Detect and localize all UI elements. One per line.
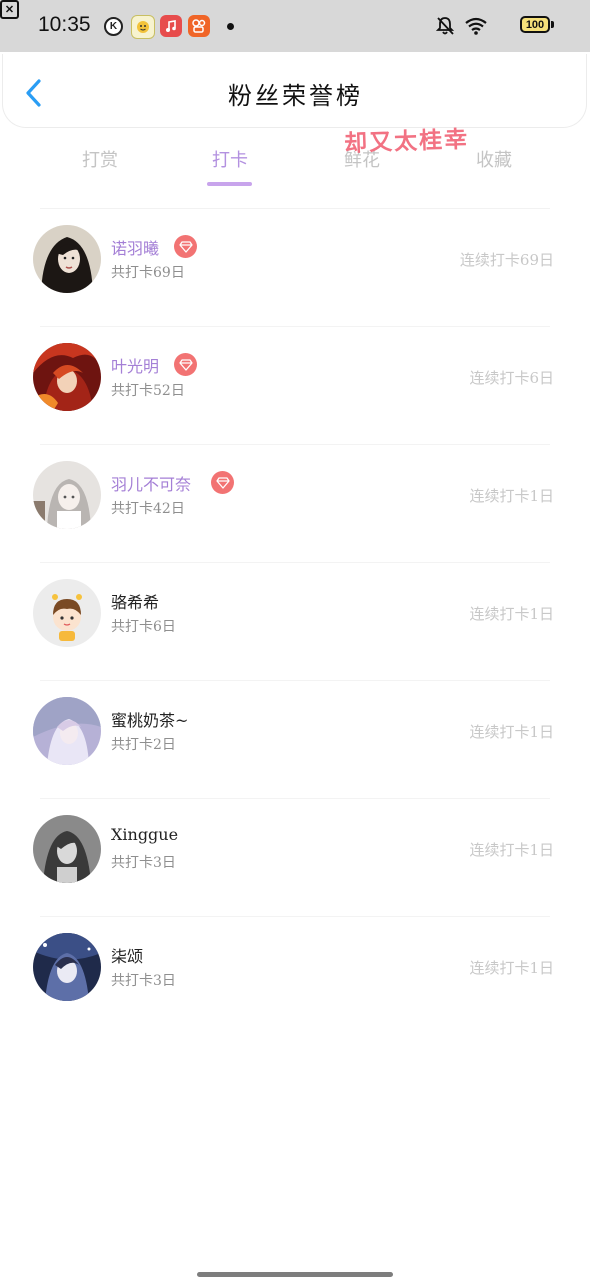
streak-days: 连续打卡1日 bbox=[469, 487, 554, 505]
watermark: 却又太桂幸 bbox=[343, 125, 470, 158]
avatar[interactable] bbox=[33, 697, 101, 765]
kuaishou-app-icon bbox=[188, 15, 210, 37]
tab-checkin[interactable]: 打卡 bbox=[190, 146, 270, 172]
status-bar: 10:35 K ✕ 100 bbox=[0, 0, 590, 52]
user-name[interactable]: 柒颂 bbox=[111, 943, 143, 967]
streak-days: 连续打卡1日 bbox=[469, 723, 554, 741]
streak-days: 连续打卡1日 bbox=[469, 959, 554, 977]
wifi-icon bbox=[465, 17, 487, 35]
home-indicator[interactable] bbox=[197, 1272, 393, 1277]
streak-days: 连续打卡6日 bbox=[469, 369, 554, 387]
dot-icon bbox=[227, 23, 234, 30]
diamond-badge-icon bbox=[174, 353, 197, 376]
k-app-icon: K bbox=[104, 17, 123, 36]
battery-icon: 100 bbox=[520, 16, 550, 33]
user-name[interactable]: 羽儿不可奈 bbox=[111, 471, 191, 495]
tab-reward[interactable]: 打赏 bbox=[60, 146, 140, 172]
fan-list: 诺羽曦 共打卡69日 连续打卡69日 叶光明 共打卡52日 连续打卡6日 羽儿不… bbox=[0, 209, 590, 1035]
avatar[interactable] bbox=[33, 225, 101, 293]
total-checkin-days: 共打卡6日 bbox=[111, 619, 176, 635]
avatar[interactable] bbox=[33, 815, 101, 883]
user-name[interactable]: 蜜桃奶茶~ bbox=[111, 707, 188, 731]
total-checkin-days: 共打卡69日 bbox=[111, 265, 185, 281]
list-item[interactable]: 蜜桃奶茶~ 共打卡2日 连续打卡1日 bbox=[0, 681, 590, 799]
bell-off-icon bbox=[436, 17, 454, 35]
avatar[interactable] bbox=[33, 461, 101, 529]
list-item[interactable]: 骆希希 共打卡6日 连续打卡1日 bbox=[0, 563, 590, 681]
list-item[interactable]: 诺羽曦 共打卡69日 连续打卡69日 bbox=[0, 209, 590, 327]
header: 粉丝荣誉榜 bbox=[2, 54, 587, 128]
music-app-icon bbox=[160, 15, 182, 37]
avatar[interactable] bbox=[33, 343, 101, 411]
diamond-badge-icon bbox=[211, 471, 234, 494]
total-checkin-days: 共打卡2日 bbox=[111, 737, 176, 753]
list-item[interactable]: 柒颂 共打卡3日 连续打卡1日 bbox=[0, 917, 590, 1035]
diamond-badge-icon bbox=[174, 235, 197, 258]
list-item[interactable]: 叶光明 共打卡52日 连续打卡6日 bbox=[0, 327, 590, 445]
battery-tip bbox=[551, 21, 554, 28]
streak-days: 连续打卡69日 bbox=[459, 251, 554, 269]
streak-days: 连续打卡1日 bbox=[469, 841, 554, 859]
list-item[interactable]: 羽儿不可奈 共打卡42日 连续打卡1日 bbox=[0, 445, 590, 563]
avatar[interactable] bbox=[33, 933, 101, 1001]
x-box-icon: ✕ bbox=[0, 0, 19, 19]
total-checkin-days: 共打卡42日 bbox=[111, 501, 185, 517]
streak-days: 连续打卡1日 bbox=[469, 605, 554, 623]
total-checkin-days: 共打卡52日 bbox=[111, 383, 185, 399]
user-name[interactable]: 诺羽曦 bbox=[111, 235, 159, 259]
total-checkin-days: 共打卡3日 bbox=[111, 855, 176, 871]
user-name[interactable]: 骆希希 bbox=[111, 589, 159, 613]
list-item[interactable]: Xinggue 共打卡3日 连续打卡1日 bbox=[0, 799, 590, 917]
user-name[interactable]: 叶光明 bbox=[111, 353, 159, 377]
face-app-icon bbox=[131, 15, 155, 39]
status-time: 10:35 bbox=[38, 13, 91, 36]
page-title: 粉丝荣誉榜 bbox=[228, 82, 363, 110]
avatar[interactable] bbox=[33, 579, 101, 647]
total-checkin-days: 共打卡3日 bbox=[111, 973, 176, 989]
user-name[interactable]: Xinggue bbox=[111, 825, 178, 844]
active-tab-indicator bbox=[207, 182, 252, 186]
